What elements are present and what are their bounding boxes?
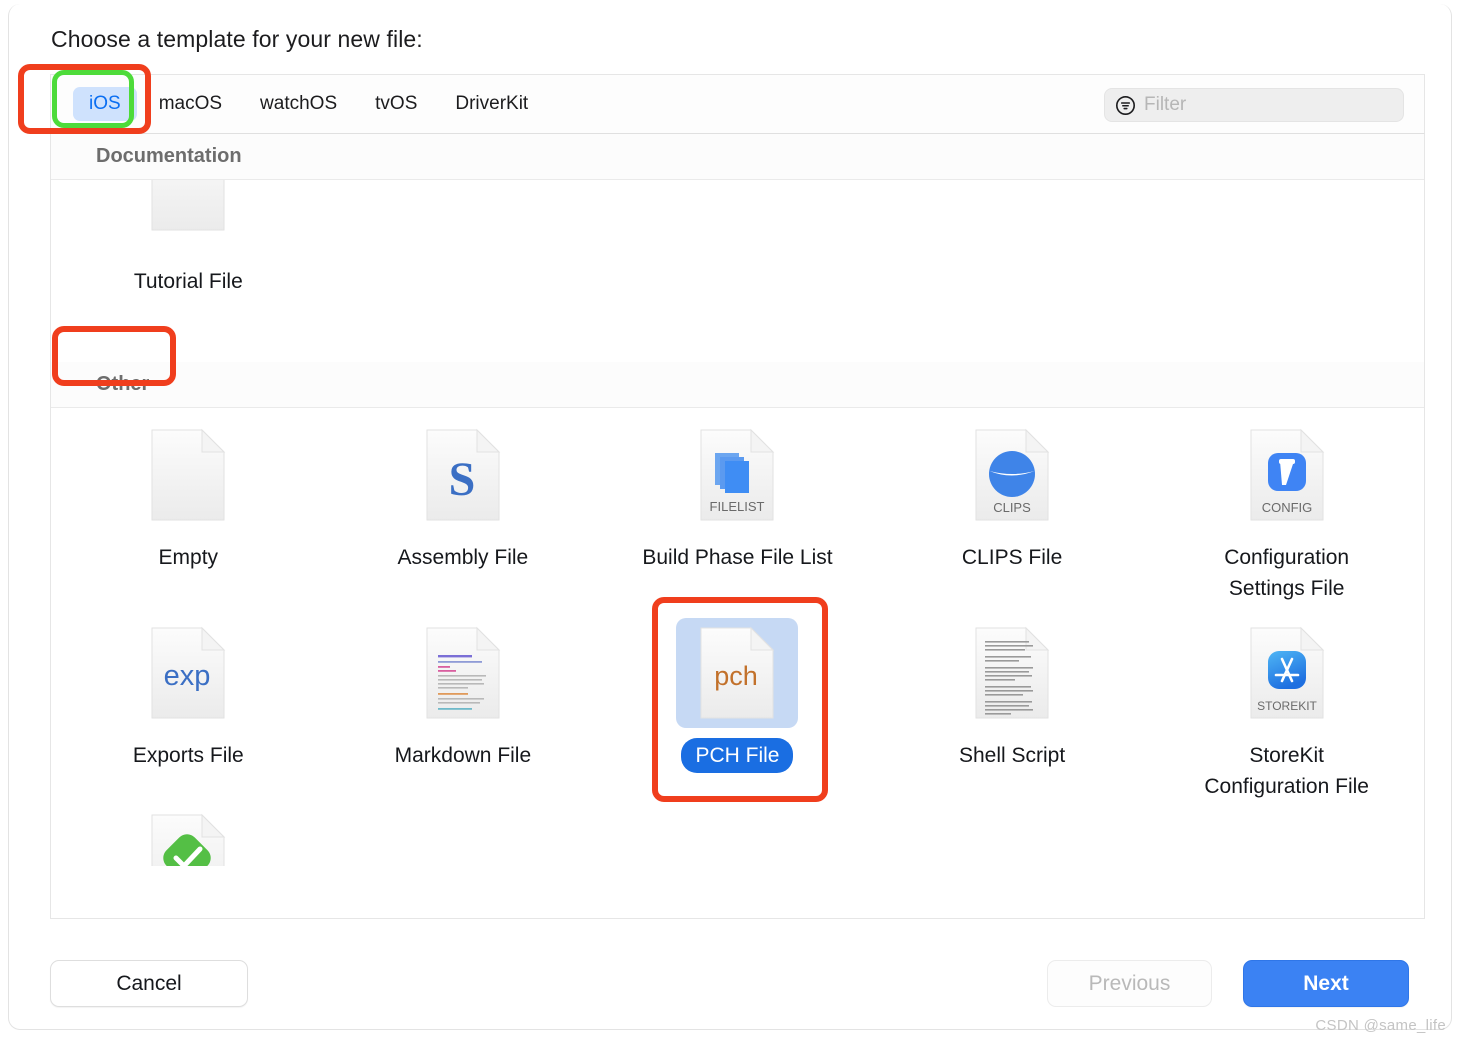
template-item-tutorial-file[interactable]: Tutorial File bbox=[51, 180, 326, 299]
template-item-label: Exports File bbox=[132, 744, 244, 768]
green-check-document-icon bbox=[149, 812, 227, 867]
tab-tvos[interactable]: tvOS bbox=[359, 87, 433, 121]
svg-text:STOREKIT: STOREKIT bbox=[1257, 699, 1317, 713]
storekit-document-icon: STOREKIT bbox=[1226, 618, 1348, 728]
filelist-document-icon: FILELIST bbox=[676, 420, 798, 530]
watermark: CSDN @same_life bbox=[1315, 1017, 1446, 1034]
other-grid-partial-row bbox=[51, 804, 1424, 867]
exp-document-icon: exp bbox=[127, 618, 249, 728]
template-item-label: Build Phase File List bbox=[642, 546, 833, 569]
template-item-partial[interactable] bbox=[51, 812, 326, 867]
clips-document-icon: CLIPS bbox=[951, 420, 1073, 530]
template-item-label: CLIPS File bbox=[961, 546, 1063, 569]
page-title: Choose a template for your new file: bbox=[51, 26, 423, 52]
svg-text:CLIPS: CLIPS bbox=[993, 500, 1031, 515]
template-item-shell-script[interactable]: Shell Script bbox=[875, 606, 1150, 804]
template-list[interactable]: Documentation Tutorial File Other Empty … bbox=[50, 134, 1425, 919]
platform-tabs: iOS macOS watchOS tvOS DriverKit bbox=[73, 87, 544, 121]
svg-text:pch: pch bbox=[715, 661, 759, 691]
svg-text:FILELIST: FILELIST bbox=[710, 499, 765, 514]
template-item-storekit-configuration-file[interactable]: STOREKIT StoreKit Configuration File bbox=[1149, 606, 1424, 804]
template-item-label: Assembly File bbox=[397, 546, 529, 569]
assembly-s-document-icon: S bbox=[402, 420, 524, 530]
cancel-button[interactable]: Cancel bbox=[50, 960, 248, 1007]
tab-ios[interactable]: iOS bbox=[73, 87, 137, 121]
group-header-documentation: Documentation bbox=[51, 134, 1424, 180]
filter-placeholder: Filter bbox=[1144, 94, 1187, 115]
template-item-label: Tutorial File bbox=[133, 270, 243, 293]
blank-document-icon bbox=[127, 420, 249, 530]
filter-input[interactable]: Filter bbox=[1104, 88, 1404, 122]
template-item-label: Empty bbox=[158, 546, 219, 569]
tab-watchos[interactable]: watchOS bbox=[244, 87, 353, 121]
template-item-label: Shell Script bbox=[958, 744, 1066, 768]
filter-circle-icon bbox=[1116, 95, 1135, 115]
template-item-label: Markdown File bbox=[394, 744, 532, 768]
template-item-empty[interactable]: Empty bbox=[51, 408, 326, 606]
blank-document-icon bbox=[127, 180, 249, 240]
template-item-pch-file[interactable]: pch PCH File bbox=[600, 606, 875, 804]
other-grid: Empty S Assembly File FILELIST Build Pha… bbox=[51, 408, 1424, 804]
template-item-label: Configuration Settings File bbox=[1224, 546, 1350, 601]
template-item-exports-file[interactable]: exp Exports File bbox=[51, 606, 326, 804]
svg-text:exp: exp bbox=[164, 660, 211, 692]
new-file-template-dialog: Choose a template for your new file: iOS… bbox=[8, 4, 1452, 1030]
tab-driverkit[interactable]: DriverKit bbox=[439, 87, 544, 121]
pch-document-icon: pch bbox=[676, 618, 799, 729]
template-item-label: StoreKit Configuration File bbox=[1204, 744, 1369, 799]
markdown-document-icon bbox=[402, 618, 524, 728]
tab-macos[interactable]: macOS bbox=[143, 87, 238, 121]
previous-button[interactable]: Previous bbox=[1047, 960, 1212, 1007]
shell-script-document-icon bbox=[951, 618, 1073, 728]
documentation-grid: Tutorial File bbox=[51, 180, 1424, 362]
svg-text:CONFIG: CONFIG bbox=[1261, 500, 1312, 515]
template-item-clips-file[interactable]: CLIPS CLIPS File bbox=[875, 408, 1150, 606]
config-document-icon: CONFIG bbox=[1226, 420, 1348, 530]
template-item-assembly-file[interactable]: S Assembly File bbox=[326, 408, 601, 606]
next-button[interactable]: Next bbox=[1243, 960, 1409, 1007]
template-item-configuration-settings-file[interactable]: CONFIG Configuration Settings File bbox=[1149, 408, 1424, 606]
group-header-other: Other bbox=[51, 362, 1424, 408]
screenshot-root: Choose a template for your new file: iOS… bbox=[0, 0, 1460, 1040]
template-item-label: PCH File bbox=[681, 738, 794, 774]
svg-text:S: S bbox=[449, 453, 476, 506]
template-item-build-phase-file-list[interactable]: FILELIST Build Phase File List bbox=[600, 408, 875, 606]
template-item-markdown-file[interactable]: Markdown File bbox=[326, 606, 601, 804]
platform-tab-bar: iOS macOS watchOS tvOS DriverKit Filter bbox=[50, 74, 1425, 134]
